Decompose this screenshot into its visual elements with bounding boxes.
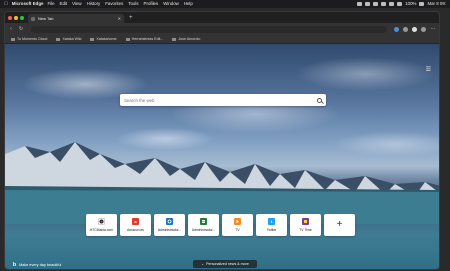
search-box[interactable]: [120, 94, 326, 106]
tv-icon: [234, 218, 241, 225]
search-icon[interactable]: [317, 97, 322, 103]
minimize-window-button[interactable]: [14, 15, 18, 20]
address-bar[interactable]: [31, 25, 387, 33]
status-icon[interactable]: [365, 2, 371, 6]
page-settings-icon[interactable]: ☰: [426, 66, 431, 73]
quick-link-tile[interactable]: TV Time: [290, 214, 321, 236]
amazon-icon: a: [132, 218, 139, 225]
favorite-label: Herramientas Edit...: [131, 37, 164, 41]
menu-profiles[interactable]: Profiles: [144, 0, 159, 8]
favorite-item[interactable]: Herramientas Edit...: [125, 37, 164, 41]
close-tab-icon[interactable]: ✕: [118, 16, 121, 21]
tab-new-tab[interactable]: New Tab ✕: [28, 14, 124, 23]
quick-link-label: Amazon.es: [127, 228, 144, 232]
personalized-news-button[interactable]: ⌄ Personalized news & more: [193, 260, 257, 268]
back-icon[interactable]: ‹: [8, 26, 14, 32]
background-mountains: [5, 142, 439, 224]
menu-bar:  Microsoft Edge File Edit View History …: [0, 0, 450, 8]
quick-link-label: TV Time: [299, 228, 312, 232]
quick-link-label: Twitter: [266, 228, 277, 232]
reload-icon[interactable]: ↻: [18, 26, 24, 32]
collections-icon[interactable]: [394, 26, 399, 32]
menu-history[interactable]: History: [87, 0, 101, 8]
clock[interactable]: Mar 8 09:: [427, 0, 446, 8]
quick-link-label: TV: [235, 228, 240, 232]
quick-link-label: Administrador...: [191, 228, 216, 232]
menu-window[interactable]: Window: [163, 0, 179, 8]
folder-icon: [90, 37, 95, 41]
toolbar: ‹ ↻ ⋯: [5, 23, 439, 35]
quick-links: HTCMania.com a Amazon.es Administrador..…: [86, 214, 355, 236]
zoom-window-button[interactable]: [20, 15, 24, 20]
status-icon[interactable]: [381, 2, 387, 6]
new-tab-button[interactable]: +: [129, 13, 133, 23]
apple-icon[interactable]: : [4, 0, 8, 8]
battery-percent: 100%: [405, 1, 417, 6]
quick-link-tile[interactable]: t Twitter: [256, 214, 287, 236]
quick-link-label: HTCMania.com: [89, 228, 114, 232]
twitter-icon: t: [268, 218, 275, 225]
chevron-down-icon: ⌄: [201, 262, 205, 266]
bing-caption: Make every day beautiful: [19, 263, 62, 267]
quick-link-tile[interactable]: TV: [222, 214, 253, 236]
favorite-label: Jose Amoroto: [178, 37, 201, 41]
folder-icon: [11, 37, 15, 41]
plus-icon: +: [336, 219, 343, 230]
favorite-label: Xataka Wiki: [62, 37, 82, 41]
folder-icon: [125, 37, 130, 41]
personalized-label: Personalized news & more: [206, 262, 249, 266]
htcmania-icon: [98, 218, 105, 225]
menu-help[interactable]: Help: [184, 0, 193, 8]
menu-file[interactable]: File: [47, 0, 54, 8]
folder-icon: [56, 37, 61, 41]
quick-link-tile[interactable]: Administrador...: [154, 214, 185, 236]
close-window-button[interactable]: [8, 15, 12, 20]
admin-icon: [166, 218, 173, 225]
menu-view[interactable]: View: [72, 0, 81, 8]
page-icon: [31, 16, 35, 21]
feedback-icon[interactable]: [421, 26, 426, 32]
favorites-bar: Tu Momento Cloud Xataka Wiki Xatakahome …: [5, 35, 439, 44]
tvtime-icon: [302, 218, 309, 225]
quick-link-tile[interactable]: a Amazon.es: [120, 214, 151, 236]
tab-bar: New Tab ✕ +: [5, 12, 439, 23]
quick-link-tile[interactable]: HTCMania.com: [86, 214, 117, 236]
folder-icon: [172, 37, 177, 41]
favorite-item[interactable]: Jose Amoroto: [172, 37, 200, 41]
status-icon[interactable]: [389, 2, 395, 6]
menu-favorites[interactable]: Favorites: [105, 0, 123, 8]
favorites-star-icon[interactable]: [403, 26, 408, 32]
wifi-icon[interactable]: [397, 2, 403, 6]
bing-branding[interactable]: b Make every day beautiful: [13, 262, 61, 268]
status-icon[interactable]: [373, 2, 379, 6]
search-input[interactable]: [124, 97, 317, 103]
quick-link-label: Administrador...: [157, 228, 182, 232]
status-area: 100% Mar 8 09:: [357, 0, 446, 8]
app-name-menu[interactable]: Microsoft Edge: [12, 0, 44, 8]
menu-tools[interactable]: Tools: [128, 0, 138, 8]
status-icon[interactable]: [357, 2, 363, 6]
favorite-item[interactable]: Xatakahome: [90, 37, 117, 41]
favorite-item[interactable]: Tu Momento Cloud: [11, 37, 47, 41]
favorite-item[interactable]: Xataka Wiki: [56, 37, 81, 41]
add-quick-link-button[interactable]: +: [324, 214, 355, 236]
tab-label: New Tab: [38, 16, 54, 21]
favorite-label: Xatakahome: [96, 37, 117, 41]
profile-avatar[interactable]: [412, 26, 417, 32]
window-controls: [8, 15, 24, 20]
menu-edit[interactable]: Edit: [60, 0, 68, 8]
sheets-icon: [200, 218, 207, 225]
favorite-label: Tu Momento Cloud: [17, 37, 48, 41]
battery-icon[interactable]: [419, 2, 425, 6]
more-options-icon[interactable]: ⋯: [430, 26, 436, 32]
new-tab-page: ☰ HTCMania.com a Amazon.es Administrador…: [5, 44, 439, 269]
browser-window: New Tab ✕ + ‹ ↻ ⋯ Tu Momento Cloud Xatak…: [4, 11, 440, 270]
quick-link-tile[interactable]: Administrador...: [188, 214, 219, 236]
bing-logo-icon: b: [13, 262, 17, 268]
